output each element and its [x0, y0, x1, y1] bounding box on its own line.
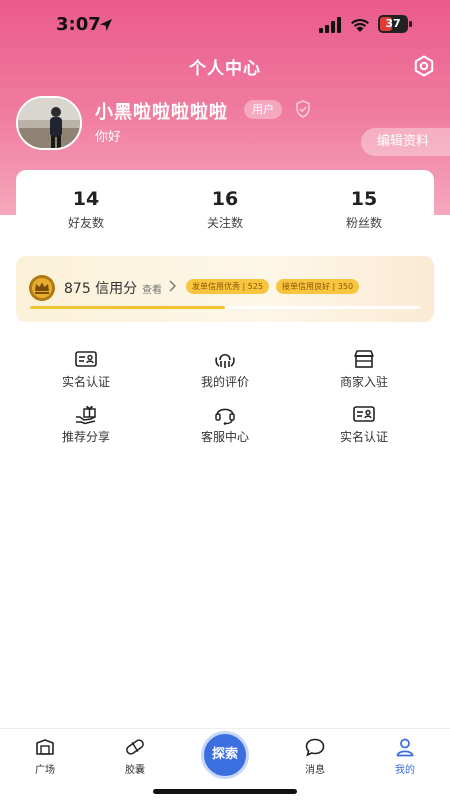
credit-progress-track [30, 306, 420, 309]
menu-merchant-join[interactable]: 商家入驻 [294, 348, 434, 394]
id-card-icon [75, 351, 97, 367]
menu-label: 我的评价 [200, 375, 249, 389]
tab-plaza[interactable]: 广场 [10, 735, 80, 779]
username: 小黑啦啦啦啦啦 [95, 102, 228, 123]
stat-label: 粉丝数 [345, 216, 382, 230]
tab-capsule[interactable]: 胶囊 [100, 735, 170, 779]
page-title: 个人中心 [189, 59, 261, 79]
battery-level: 37 [385, 17, 401, 30]
stat-following[interactable]: 16 关注数 [155, 188, 295, 231]
tab-messages[interactable]: 消息 [280, 735, 350, 779]
menu-my-reviews[interactable]: 我的评价 [155, 348, 295, 394]
capsule-icon [126, 739, 144, 755]
gift-share-icon [76, 406, 96, 425]
id-card-icon [353, 406, 375, 422]
menu-label: 实名认证 [339, 430, 388, 444]
edit-profile-button[interactable]: 编辑资料 [361, 128, 450, 156]
stat-value: 14 [72, 188, 100, 210]
message-icon [305, 738, 325, 757]
store-icon [354, 350, 374, 368]
credit-tag-publish: 发单信用优秀 | 525 [186, 279, 270, 294]
credit-progress-fill [30, 306, 225, 309]
credit-score: 875 信用分 [64, 281, 138, 297]
menu-label: 商家入驻 [339, 375, 388, 389]
menu-real-name-verify[interactable]: 实名认证 [16, 348, 156, 394]
tab-label: 消息 [305, 765, 325, 776]
location-arrow-icon [100, 19, 112, 31]
tab-label: 广场 [35, 765, 55, 776]
status-time: 3:07 [56, 14, 101, 35]
stat-label: 好友数 [67, 216, 104, 230]
signal-icon [319, 17, 341, 33]
menu-label: 实名认证 [61, 375, 110, 389]
credit-card[interactable]: 875 信用分 查看 发单信用优秀 | 525 接单信用良好 | 350 [16, 256, 434, 322]
plaza-icon [36, 739, 54, 755]
explore-button[interactable]: 探索 [201, 731, 249, 779]
tab-label: 胶囊 [125, 765, 145, 776]
status-bar: 3:07 37 [0, 0, 450, 50]
menu-label: 客服中心 [200, 430, 249, 444]
comment-icon [215, 353, 235, 368]
stat-label: 关注数 [206, 216, 243, 230]
profile-icon [396, 738, 414, 757]
menu-recommend-share[interactable]: 推荐分享 [16, 403, 156, 449]
wifi-icon [351, 18, 369, 32]
chevron-right-icon [169, 280, 176, 292]
stat-followers[interactable]: 15 粉丝数 [294, 188, 434, 231]
tab-mine[interactable]: 我的 [370, 735, 440, 779]
avatar[interactable] [16, 96, 82, 150]
credit-view-link[interactable]: 查看 [142, 281, 162, 296]
user-signature: 你好 [95, 130, 122, 145]
menu-label: 推荐分享 [61, 430, 110, 444]
stat-value: 15 [350, 188, 378, 210]
credit-tag-accept: 接单信用良好 | 350 [276, 279, 360, 294]
crown-icon [29, 275, 55, 301]
menu-customer-service[interactable]: 客服中心 [155, 403, 295, 449]
stat-value: 16 [211, 188, 239, 210]
menu-real-name-verify-2[interactable]: 实名认证 [294, 403, 434, 449]
battery-icon: 37 [378, 15, 412, 33]
avatar-photo [18, 98, 80, 148]
home-indicator [153, 789, 297, 794]
verified-icon [296, 100, 310, 118]
profile-screen: 3:07 37 个人中心 小黑啦啦啦啦啦 用户 你好 编辑资料 14 好友数 1… [0, 0, 450, 800]
stat-friends[interactable]: 14 好友数 [16, 188, 156, 231]
settings-icon[interactable] [412, 54, 436, 78]
stats-card: 14 好友数 16 关注数 15 粉丝数 [16, 170, 434, 242]
user-role-badge: 用户 [244, 100, 282, 119]
headset-icon [215, 408, 235, 425]
tab-label: 我的 [395, 765, 415, 776]
